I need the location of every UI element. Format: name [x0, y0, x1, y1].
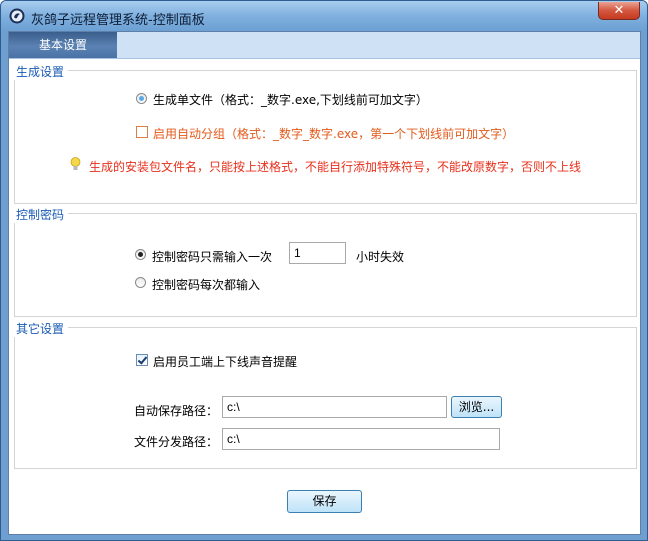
- close-button[interactable]: ✕: [598, 2, 640, 20]
- password-settings-group: 控制密码 控制密码只需输入一次 小时失效 控制密码每次都输入: [14, 206, 637, 317]
- password-once-radio[interactable]: [135, 249, 146, 260]
- app-icon: [9, 8, 25, 24]
- password-settings-title: 控制密码: [14, 206, 69, 223]
- close-icon: ✕: [613, 3, 625, 18]
- password-every-radio[interactable]: [135, 277, 146, 288]
- generate-settings-title: 生成设置: [14, 63, 69, 80]
- other-settings-title: 其它设置: [14, 320, 69, 337]
- save-button[interactable]: 保存: [287, 490, 362, 513]
- password-hours-input[interactable]: [289, 242, 346, 264]
- save-path-label: 自动保存路径：: [134, 404, 219, 418]
- generate-settings-group: 生成设置 生成单文件（格式：_数字.exe,下划线前可加文字） 启用自动分组（格…: [14, 63, 637, 204]
- dist-path-label: 文件分发路径：: [134, 435, 219, 449]
- password-once-label: 控制密码只需输入一次: [152, 250, 273, 264]
- auto-group-checkbox[interactable]: [136, 126, 148, 138]
- lightbulb-icon: [70, 157, 81, 170]
- password-every-label: 控制密码每次都输入: [152, 278, 261, 292]
- other-settings-group: 其它设置 启用员工端上下线声音提醒 自动保存路径： 浏览... 文件分发路径：: [14, 320, 637, 469]
- sound-alert-label: 启用员工端上下线声音提醒: [153, 355, 298, 369]
- window-title: 灰鸽子远程管理系统-控制面板: [31, 13, 205, 28]
- browse-button[interactable]: 浏览...: [451, 396, 502, 418]
- title-bar[interactable]: 灰鸽子远程管理系统-控制面板 ✕: [1, 1, 647, 31]
- app-window: 灰鸽子远程管理系统-控制面板 ✕ 基本设置 生成设置 生成单文件（格式：_数字.…: [0, 0, 648, 541]
- settings-panel: 基本设置 生成设置 生成单文件（格式：_数字.exe,下划线前可加文字） 启用自…: [8, 31, 641, 535]
- single-file-label: 生成单文件（格式：_数字.exe,下划线前可加文字）: [153, 93, 428, 107]
- single-file-radio[interactable]: [136, 93, 147, 104]
- tab-basic-settings[interactable]: 基本设置: [9, 32, 117, 58]
- tab-bar: 基本设置: [9, 32, 640, 59]
- dist-path-input[interactable]: [222, 428, 500, 450]
- filename-warning: 生成的安装包文件名，只能按上述格式，不能自行添加特殊符号，不能改原数字，否则不上…: [89, 160, 582, 174]
- hours-expire-label: 小时失效: [356, 250, 405, 264]
- save-path-input[interactable]: [222, 396, 447, 418]
- auto-group-label: 启用自动分组（格式：_数字_数字.exe，第一个下划线前可加文字）: [153, 127, 515, 141]
- sound-alert-checkbox[interactable]: [136, 354, 148, 366]
